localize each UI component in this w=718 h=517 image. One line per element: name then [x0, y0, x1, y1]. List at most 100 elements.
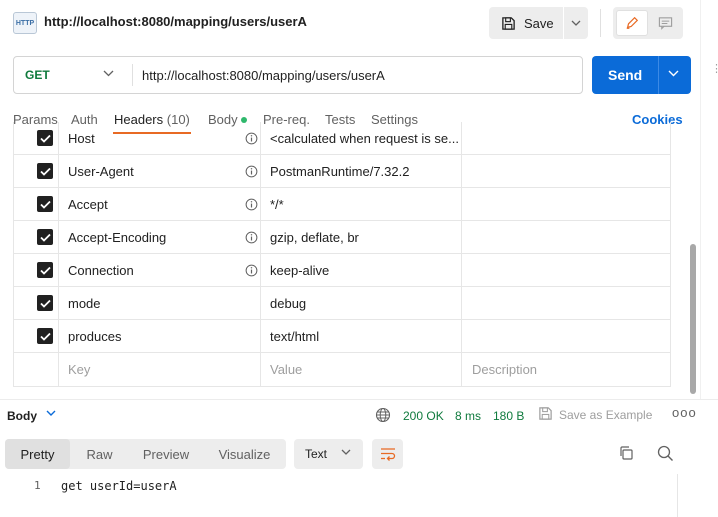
- info-icon[interactable]: [245, 165, 258, 178]
- wrap-lines-button[interactable]: [372, 439, 403, 469]
- header-value-cell[interactable]: keep-alive: [261, 254, 462, 287]
- header-key: Accept-Encoding: [68, 230, 167, 245]
- header-enabled-checkbox[interactable]: [37, 295, 53, 311]
- documentation-mode-button[interactable]: [650, 10, 680, 36]
- info-icon[interactable]: [245, 132, 258, 145]
- header-description-cell[interactable]: [462, 155, 670, 188]
- header-value: keep-alive: [270, 263, 330, 278]
- save-button-group: Save: [489, 7, 588, 39]
- header-enabled-checkbox[interactable]: [37, 163, 53, 179]
- more-options-icon[interactable]: ooo: [672, 405, 697, 420]
- header-enabled-checkbox[interactable]: [37, 229, 53, 245]
- send-button[interactable]: Send: [608, 67, 642, 83]
- url-input[interactable]: http://localhost:8080/mapping/users/user…: [142, 68, 385, 83]
- code-line: get userId=userA: [61, 479, 177, 493]
- response-body-editor[interactable]: 1 get userId=userA: [0, 474, 718, 517]
- send-divider: [658, 56, 659, 94]
- table-row: mode debug: [14, 287, 670, 320]
- header-enabled-checkbox[interactable]: [37, 196, 53, 212]
- header-description-cell[interactable]: [462, 287, 670, 320]
- save-as-example-button[interactable]: Save as Example: [559, 408, 652, 422]
- header-description-cell[interactable]: [462, 320, 670, 353]
- http-request-icon: HTTP: [13, 12, 37, 34]
- header-value-cell[interactable]: debug: [261, 287, 462, 320]
- header-value-cell[interactable]: text/html: [261, 320, 462, 353]
- new-key-input[interactable]: Key: [59, 353, 261, 386]
- headers-scrollbar[interactable]: [690, 122, 696, 394]
- view-tab-visualize[interactable]: Visualize: [203, 439, 286, 469]
- edit-mode-button[interactable]: [616, 10, 648, 36]
- method-select[interactable]: GET: [14, 57, 132, 93]
- header-value: */*: [270, 197, 284, 212]
- scrollbar-thumb[interactable]: [690, 244, 696, 394]
- row-check-cell: [14, 188, 59, 221]
- table-row: produces text/html: [14, 320, 670, 353]
- method-divider: [132, 64, 133, 86]
- new-description-input[interactable]: Description: [462, 353, 670, 386]
- toolbar-divider: [600, 9, 601, 37]
- chevron-down-icon[interactable]: [46, 410, 56, 416]
- send-button-group: Send: [592, 56, 691, 94]
- header-key-cell[interactable]: Accept-Encoding: [59, 221, 261, 254]
- header-description-cell[interactable]: [462, 122, 670, 155]
- header-value-cell[interactable]: <calculated when request is se...: [261, 122, 462, 155]
- row-check-cell: [14, 221, 59, 254]
- save-options-button[interactable]: [564, 20, 588, 26]
- response-size[interactable]: 180 B: [493, 409, 524, 423]
- line-number: 1: [34, 479, 41, 492]
- check-icon: [39, 266, 51, 275]
- search-icon[interactable]: [657, 445, 674, 462]
- request-title[interactable]: http://localhost:8080/mapping/users/user…: [44, 14, 307, 29]
- check-icon: [39, 233, 51, 242]
- view-tab-raw[interactable]: Raw: [70, 439, 129, 469]
- new-header-row: Key Value Description: [14, 353, 670, 386]
- info-icon[interactable]: [245, 264, 258, 277]
- header-key-cell[interactable]: User-Agent: [59, 155, 261, 188]
- header-description-cell[interactable]: [462, 221, 670, 254]
- new-value-input[interactable]: Value: [261, 353, 462, 386]
- response-format-select[interactable]: Text: [294, 439, 363, 469]
- editor-scrollbar[interactable]: [677, 474, 678, 517]
- header-value-cell[interactable]: gzip, deflate, br: [261, 221, 462, 254]
- chevron-down-icon[interactable]: [668, 70, 679, 77]
- row-check-cell: [14, 353, 59, 386]
- format-label: Text: [305, 447, 328, 461]
- header-key-cell[interactable]: produces: [59, 320, 261, 353]
- header-value-cell[interactable]: */*: [261, 188, 462, 221]
- header-key: User-Agent: [68, 164, 134, 179]
- globe-icon[interactable]: [375, 407, 391, 423]
- info-icon[interactable]: [245, 231, 258, 244]
- header-value: gzip, deflate, br: [270, 230, 359, 245]
- save-button[interactable]: Save: [489, 7, 563, 39]
- header-value: PostmanRuntime/7.32.2: [270, 164, 410, 179]
- header-description-cell[interactable]: [462, 188, 670, 221]
- check-icon: [39, 134, 51, 143]
- header-enabled-checkbox[interactable]: [37, 262, 53, 278]
- key-placeholder: Key: [68, 362, 91, 377]
- table-row: Accept-Encoding gzip, deflate, br: [14, 221, 670, 254]
- header-key-cell[interactable]: Host: [59, 122, 261, 155]
- url-bar: GET http://localhost:8080/mapping/users/…: [13, 56, 583, 94]
- response-body-label[interactable]: Body: [7, 409, 37, 423]
- copy-icon[interactable]: [618, 445, 634, 461]
- response-time[interactable]: 8 ms: [455, 409, 481, 423]
- side-panel-edge-icon[interactable]: ⋮: [711, 62, 718, 75]
- description-placeholder: Description: [472, 362, 538, 377]
- status-code[interactable]: 200 OK: [403, 409, 444, 423]
- header-value-cell[interactable]: PostmanRuntime/7.32.2: [261, 155, 462, 188]
- view-tab-preview[interactable]: Preview: [129, 439, 203, 469]
- table-row: Connection keep-alive: [14, 254, 670, 287]
- header-enabled-checkbox[interactable]: [37, 130, 53, 146]
- header-enabled-checkbox[interactable]: [37, 328, 53, 344]
- table-row: Host <calculated when request is se...: [14, 122, 670, 155]
- header-description-cell[interactable]: [462, 254, 670, 287]
- check-icon: [39, 332, 51, 341]
- view-tab-pretty[interactable]: Pretty: [5, 439, 70, 469]
- header-key-cell[interactable]: Accept: [59, 188, 261, 221]
- headers-table: Host <calculated when request is se... U…: [13, 122, 671, 387]
- header-key-cell[interactable]: Connection: [59, 254, 261, 287]
- header-value: text/html: [270, 329, 320, 344]
- save-icon: [539, 407, 552, 420]
- header-key-cell[interactable]: mode: [59, 287, 261, 320]
- info-icon[interactable]: [245, 198, 258, 211]
